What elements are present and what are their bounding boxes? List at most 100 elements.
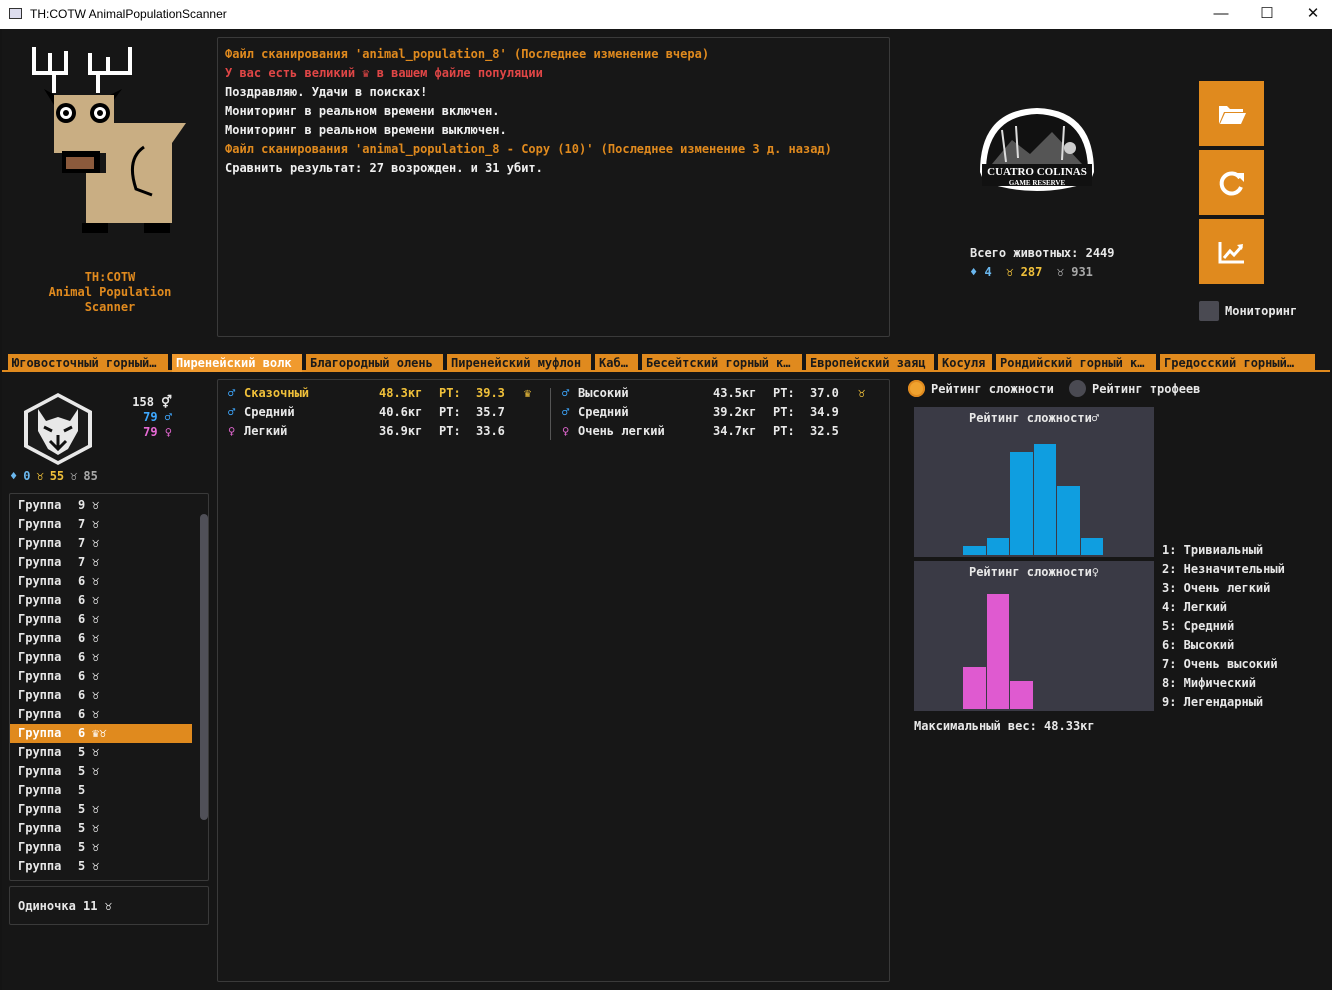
rating-label: Сказочный xyxy=(244,386,310,400)
log-line: Мониторинг в реальном времени выключен. xyxy=(225,123,507,137)
tab-species[interactable]: Косуля xyxy=(938,354,992,372)
group-count: 5 xyxy=(78,764,86,778)
rt-label: РТ: xyxy=(773,386,795,400)
column-divider xyxy=(550,388,551,440)
monitoring-checkbox[interactable] xyxy=(1199,301,1219,321)
rating-legend: 1: Тривиальный 2: Незначительный 3: Очень … xyxy=(1162,541,1285,712)
group-row[interactable]: Группа 5 ♉ xyxy=(10,857,192,876)
rating-label: Средний xyxy=(578,405,629,419)
group-row[interactable]: Группа 5 ♉ xyxy=(10,838,192,857)
refresh-button[interactable] xyxy=(1199,150,1264,215)
group-row[interactable]: Группа 6 ♉ xyxy=(10,648,192,667)
group-label: Группа xyxy=(18,536,62,550)
medal-icon: ♉ xyxy=(92,764,100,778)
legend-item: 9: Легендарный xyxy=(1162,695,1264,709)
group-row[interactable]: Группа 7 ♉ xyxy=(10,515,192,534)
legend-item: 5: Средний xyxy=(1162,619,1235,633)
group-row[interactable]: Группа 7 ♉ xyxy=(10,553,192,572)
tab-species[interactable]: Рондийский горный к… xyxy=(996,354,1156,372)
medal-icon: ♉ xyxy=(92,802,100,816)
minimize-button[interactable]: — xyxy=(1198,0,1244,29)
medal-icon: ♉ xyxy=(92,498,100,512)
diamond-icon: ♦ xyxy=(970,265,978,279)
species-tabs: Юговосточный горный… Пиренейский волк Благ… xyxy=(8,354,1315,372)
stats-button[interactable] xyxy=(1199,219,1264,284)
sex-icon: ♀ xyxy=(562,424,570,438)
group-row[interactable]: Группа 9 ♉ xyxy=(10,496,192,515)
sex-icon: ♂ xyxy=(228,386,236,400)
group-count: 6 xyxy=(78,612,86,626)
medal-icon: ♉ xyxy=(92,612,100,626)
group-count: 7 xyxy=(78,555,86,569)
group-row[interactable]: Группа 6 ♉ xyxy=(10,572,192,591)
weight-value: 43.5кг xyxy=(713,386,757,400)
diamond-icon: ♦ xyxy=(10,469,18,483)
folder-open-icon xyxy=(1218,105,1246,124)
tab-species[interactable]: Гредосский горный… xyxy=(1160,354,1315,372)
totals: Всего животных: 2449 ♦ 4 ♉ 287 ♉ 931 xyxy=(970,244,1115,282)
sex-icon: ♂ xyxy=(562,405,570,419)
tab-species[interactable]: Бесейтский горный к… xyxy=(642,354,802,372)
tab-species[interactable]: Юговосточный горный… xyxy=(8,354,168,372)
group-row[interactable]: Группа 5 ♉ xyxy=(10,762,192,781)
app-name: TH:COTW Animal Population Scanner xyxy=(22,270,198,315)
group-row[interactable]: Группа 6 ♉ xyxy=(10,686,192,705)
radio-trophy[interactable]: Рейтинг трофеев xyxy=(1069,380,1200,397)
group-list-scrollbar[interactable] xyxy=(200,514,208,820)
group-label: Группа xyxy=(18,555,62,569)
group-row[interactable]: Группа 5 xyxy=(10,781,192,800)
medal-icon: ♉ xyxy=(92,574,100,588)
group-row[interactable]: Группа 5 ♉ xyxy=(10,819,192,838)
rating-label: Очень легкий xyxy=(578,424,665,438)
maximize-button[interactable]: ☐ xyxy=(1244,0,1290,29)
trophy-score: 34.9 xyxy=(810,405,839,419)
tab-species[interactable]: Кабан xyxy=(595,354,638,372)
medal-icon: ♉ xyxy=(92,555,100,569)
wolf-icon xyxy=(24,393,92,465)
rating-label: Легкий xyxy=(244,424,288,438)
close-button[interactable]: ✕ xyxy=(1290,0,1332,29)
species-counts: 158 ⚥ 79 ♂ 79 ♀ xyxy=(126,395,172,440)
tab-species[interactable]: Благородный олень xyxy=(306,354,443,372)
radio-difficulty[interactable]: Рейтинг сложности xyxy=(908,380,1054,397)
monitoring-toggle[interactable]: Мониторинг xyxy=(1199,301,1297,321)
solitary-count: 11 xyxy=(83,899,98,913)
chart-bar xyxy=(1033,443,1056,555)
group-row[interactable]: Группа 6 ♉ xyxy=(10,610,192,629)
sex-icon: ♂ xyxy=(562,386,570,400)
group-label: Группа xyxy=(18,650,62,664)
sex-icon: ♂ xyxy=(228,405,236,419)
tab-species[interactable]: Пиренейский муфлон xyxy=(447,354,591,372)
group-row[interactable]: Группа 7 ♉ xyxy=(10,534,192,553)
weight-value: 36.9кг xyxy=(379,424,423,438)
radio-dot-selected[interactable] xyxy=(908,380,925,397)
group-row[interactable]: Группа 6 ♉ xyxy=(10,629,192,648)
female-count: 79 ♀ xyxy=(143,425,172,439)
reserve-name: CUATRO COLINAS xyxy=(987,166,1087,178)
group-label: Группа xyxy=(18,612,62,626)
group-row[interactable]: Группа 5 ♉ xyxy=(10,743,192,762)
group-count: 5 xyxy=(78,802,86,816)
solitary-item[interactable]: Одиночка 11 ♉ xyxy=(9,886,209,925)
open-file-button[interactable] xyxy=(1199,81,1264,146)
total-count: 158 ⚥ xyxy=(132,395,172,409)
group-row[interactable]: Группа 6 ♛♉ xyxy=(10,724,192,743)
group-row[interactable]: Группа 5 ♉ xyxy=(10,800,192,819)
radio-dot[interactable] xyxy=(1069,380,1086,397)
weight-value: 39.2кг xyxy=(713,405,757,419)
group-label: Группа xyxy=(18,593,62,607)
medal-icon: ♉ xyxy=(92,859,100,873)
group-row[interactable]: Группа 6 ♉ xyxy=(10,591,192,610)
badge-icon: ♛ xyxy=(524,386,532,400)
group-row[interactable]: Группа 6 ♉ xyxy=(10,667,192,686)
group-label: Группа xyxy=(18,859,62,873)
group-row[interactable]: Группа 6 ♉ xyxy=(10,705,192,724)
legend-item: 1: Тривиальный xyxy=(1162,543,1264,557)
tab-species[interactable]: Пиренейский волк xyxy=(172,354,302,372)
monitoring-label: Мониторинг xyxy=(1225,304,1298,318)
tab-species[interactable]: Европейский заяц xyxy=(806,354,934,372)
chart-bar xyxy=(986,593,1009,709)
medal-icon: ♉ xyxy=(92,669,100,683)
group-count: 6 xyxy=(78,650,86,664)
chart-bar xyxy=(986,537,1009,555)
